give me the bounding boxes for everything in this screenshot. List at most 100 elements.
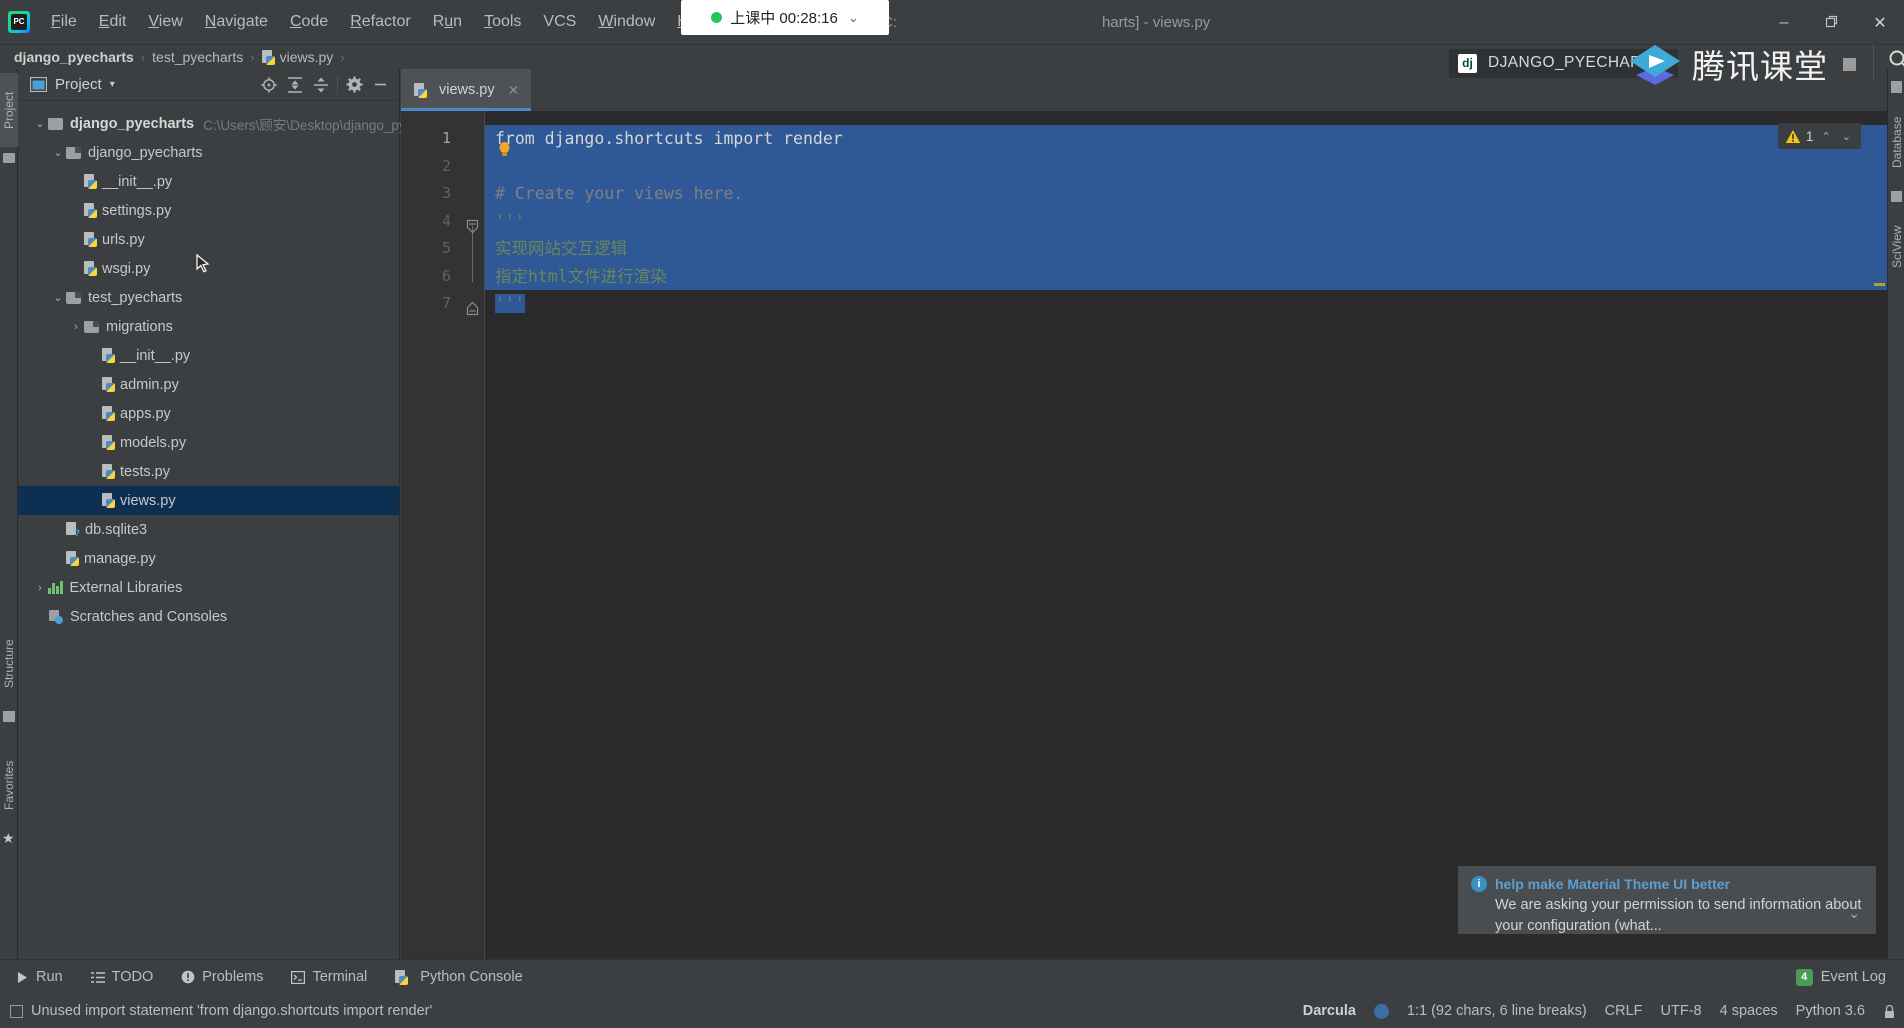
stop-share-icon[interactable]: [1843, 58, 1856, 71]
code-line-2[interactable]: [485, 152, 1887, 180]
menu-tools[interactable]: Tools: [473, 9, 532, 35]
tree-item-manage-py[interactable]: ›manage.py: [18, 544, 399, 573]
status-line-separator[interactable]: CRLF: [1605, 1003, 1643, 1019]
tree-item-urls-py[interactable]: ›urls.py: [18, 225, 399, 254]
tree-item-external-libraries[interactable]: › External Libraries: [18, 573, 399, 602]
django-icon: dj: [1458, 53, 1477, 73]
tree-item-django-pyecharts[interactable]: ⌄ django_pyecharts: [18, 138, 399, 167]
menu-refactor[interactable]: Refactor: [339, 9, 421, 35]
editor-tab-views-py[interactable]: views.py ✕: [401, 69, 532, 111]
tree-item-scratches-and-consoles[interactable]: ›Scratches and Consoles: [18, 602, 399, 631]
sidebar-item-project[interactable]: Project: [0, 73, 18, 147]
sidebar-item-sciview[interactable]: SciView: [1888, 209, 1904, 285]
tree-item-models-py[interactable]: ›models.py: [18, 428, 399, 457]
code-line-3[interactable]: # Create your views here.: [485, 180, 1887, 208]
tree-item--init-py[interactable]: ›__init__.py: [18, 341, 399, 370]
fold-expand-icon[interactable]: [466, 301, 479, 316]
status-caret-position[interactable]: 1:1 (92 chars, 6 line breaks): [1407, 1003, 1587, 1019]
tree-item-test-pyecharts[interactable]: ⌄ test_pyecharts: [18, 283, 399, 312]
code-line-5[interactable]: 实现网站交互逻辑: [485, 235, 1887, 263]
chevron-down-icon[interactable]: ⌄: [50, 291, 66, 304]
gear-icon[interactable]: [341, 72, 367, 98]
bottom-item-todo[interactable]: TODO: [90, 969, 153, 985]
tree-item-db-sqlite3[interactable]: ›db.sqlite3: [18, 515, 399, 544]
chevron-down-icon[interactable]: ▾: [110, 79, 115, 90]
line-number[interactable]: 5: [401, 235, 462, 263]
chevron-down-icon[interactable]: ⌄: [848, 10, 859, 26]
expand-all-icon[interactable]: [282, 72, 308, 98]
status-theme[interactable]: Darcula: [1303, 1003, 1356, 1019]
line-number[interactable]: 6: [401, 263, 462, 291]
tree-item-tests-py[interactable]: ›tests.py: [18, 457, 399, 486]
collapse-all-icon[interactable]: [308, 72, 334, 98]
status-indent[interactable]: 4 spaces: [1720, 1003, 1778, 1019]
event-log-button[interactable]: 4 Event Log: [1795, 968, 1886, 986]
code-folding-column[interactable]: [462, 111, 484, 959]
line-number[interactable]: 4: [401, 208, 462, 236]
line-number[interactable]: 2: [401, 153, 462, 181]
sidebar-item-structure[interactable]: Structure: [0, 624, 18, 704]
hide-panel-icon[interactable]: [367, 72, 393, 98]
breadcrumb-item-0[interactable]: django_pyecharts: [14, 49, 134, 65]
prev-problem-icon[interactable]: ⌃: [1819, 130, 1834, 143]
line-number[interactable]: 7: [401, 290, 462, 318]
tree-item-settings-py[interactable]: ›settings.py: [18, 196, 399, 225]
chevron-down-icon[interactable]: ⌄: [32, 117, 48, 130]
bottom-item-python-console[interactable]: Python Console: [395, 969, 523, 985]
line-number[interactable]: 1: [401, 125, 462, 153]
menu-navigate[interactable]: Navigate: [194, 9, 279, 35]
tree-item-label: tests.py: [120, 463, 170, 480]
breadcrumb-item-2[interactable]: views.py: [280, 49, 334, 65]
search-icon[interactable]: [1888, 49, 1904, 71]
breadcrumb-item-1[interactable]: test_pyecharts: [152, 49, 243, 65]
chevron-right-icon[interactable]: ›: [68, 321, 84, 333]
menu-edit[interactable]: Edit: [88, 9, 138, 35]
chevron-down-icon[interactable]: ⌄: [50, 146, 66, 159]
fold-collapse-icon[interactable]: [466, 219, 479, 234]
tree-item-admin-py[interactable]: ›admin.py: [18, 370, 399, 399]
code-text-area[interactable]: from django.shortcuts import render # Cre…: [484, 111, 1887, 959]
code-line-6[interactable]: 指定html文件进行渲染: [485, 262, 1887, 290]
locate-target-icon[interactable]: [256, 72, 282, 98]
menu-window[interactable]: Window: [587, 9, 666, 35]
tree-item-label: migrations: [106, 318, 173, 335]
tree-item-label: test_pyecharts: [88, 289, 183, 306]
menu-view[interactable]: View: [137, 9, 193, 35]
chevron-right-icon[interactable]: ›: [32, 582, 48, 594]
code-editor[interactable]: 1234567 from django.shortcuts import ren…: [401, 111, 1887, 959]
menu-code[interactable]: Code: [279, 9, 339, 35]
status-interpreter[interactable]: Python 3.6: [1796, 1003, 1865, 1019]
menu-run[interactable]: Run: [422, 9, 473, 35]
python-file-icon: [84, 232, 97, 247]
menu-vcs[interactable]: VCS: [532, 9, 587, 35]
bottom-item-run[interactable]: Run: [16, 969, 63, 985]
tree-item-migrations[interactable]: › migrations: [18, 312, 399, 341]
code-line-4[interactable]: ''': [485, 207, 1887, 235]
sidebar-item-favorites[interactable]: Favorites: [0, 744, 18, 826]
bottom-item-problems-label: Problems: [202, 969, 264, 985]
close-icon[interactable]: ✕: [508, 82, 520, 99]
menu-file[interactable]: File: [40, 9, 88, 35]
line-number[interactable]: 3: [401, 180, 462, 208]
sidebar-item-database[interactable]: Database: [1888, 99, 1904, 185]
code-line-7[interactable]: ''': [485, 290, 1887, 318]
chevron-down-icon[interactable]: ⌄: [1848, 905, 1860, 922]
bottom-item-terminal[interactable]: Terminal: [291, 969, 367, 985]
scrollbar-warning-marker[interactable]: [1874, 283, 1885, 286]
lock-icon[interactable]: [1883, 1004, 1896, 1019]
notification-popup[interactable]: i help make Material Theme UI better We …: [1458, 866, 1876, 934]
class-status-pill[interactable]: 上课中 00:28:16 ⌄: [681, 0, 889, 35]
bottom-item-problems[interactable]: Problems: [181, 969, 263, 985]
status-encoding[interactable]: UTF-8: [1661, 1003, 1702, 1019]
code-line-1[interactable]: from django.shortcuts import render: [485, 125, 1887, 153]
exclamation-circle-icon: [181, 970, 195, 984]
python-file-icon: [261, 49, 275, 65]
next-problem-icon[interactable]: ⌄: [1839, 130, 1854, 143]
tree-item-label: urls.py: [102, 231, 145, 248]
tree-item--init-py[interactable]: ›__init__.py: [18, 167, 399, 196]
tree-item-django-pyecharts[interactable]: ⌄ django_pyecharts C:\Users\顾安\Desktop\dja…: [18, 109, 427, 138]
intention-bulb-icon[interactable]: [497, 141, 512, 159]
tree-item-views-py[interactable]: ›views.py: [18, 486, 399, 515]
tree-item-apps-py[interactable]: ›apps.py: [18, 399, 399, 428]
inspection-widget[interactable]: 1 ⌃ ⌄: [1777, 123, 1861, 149]
